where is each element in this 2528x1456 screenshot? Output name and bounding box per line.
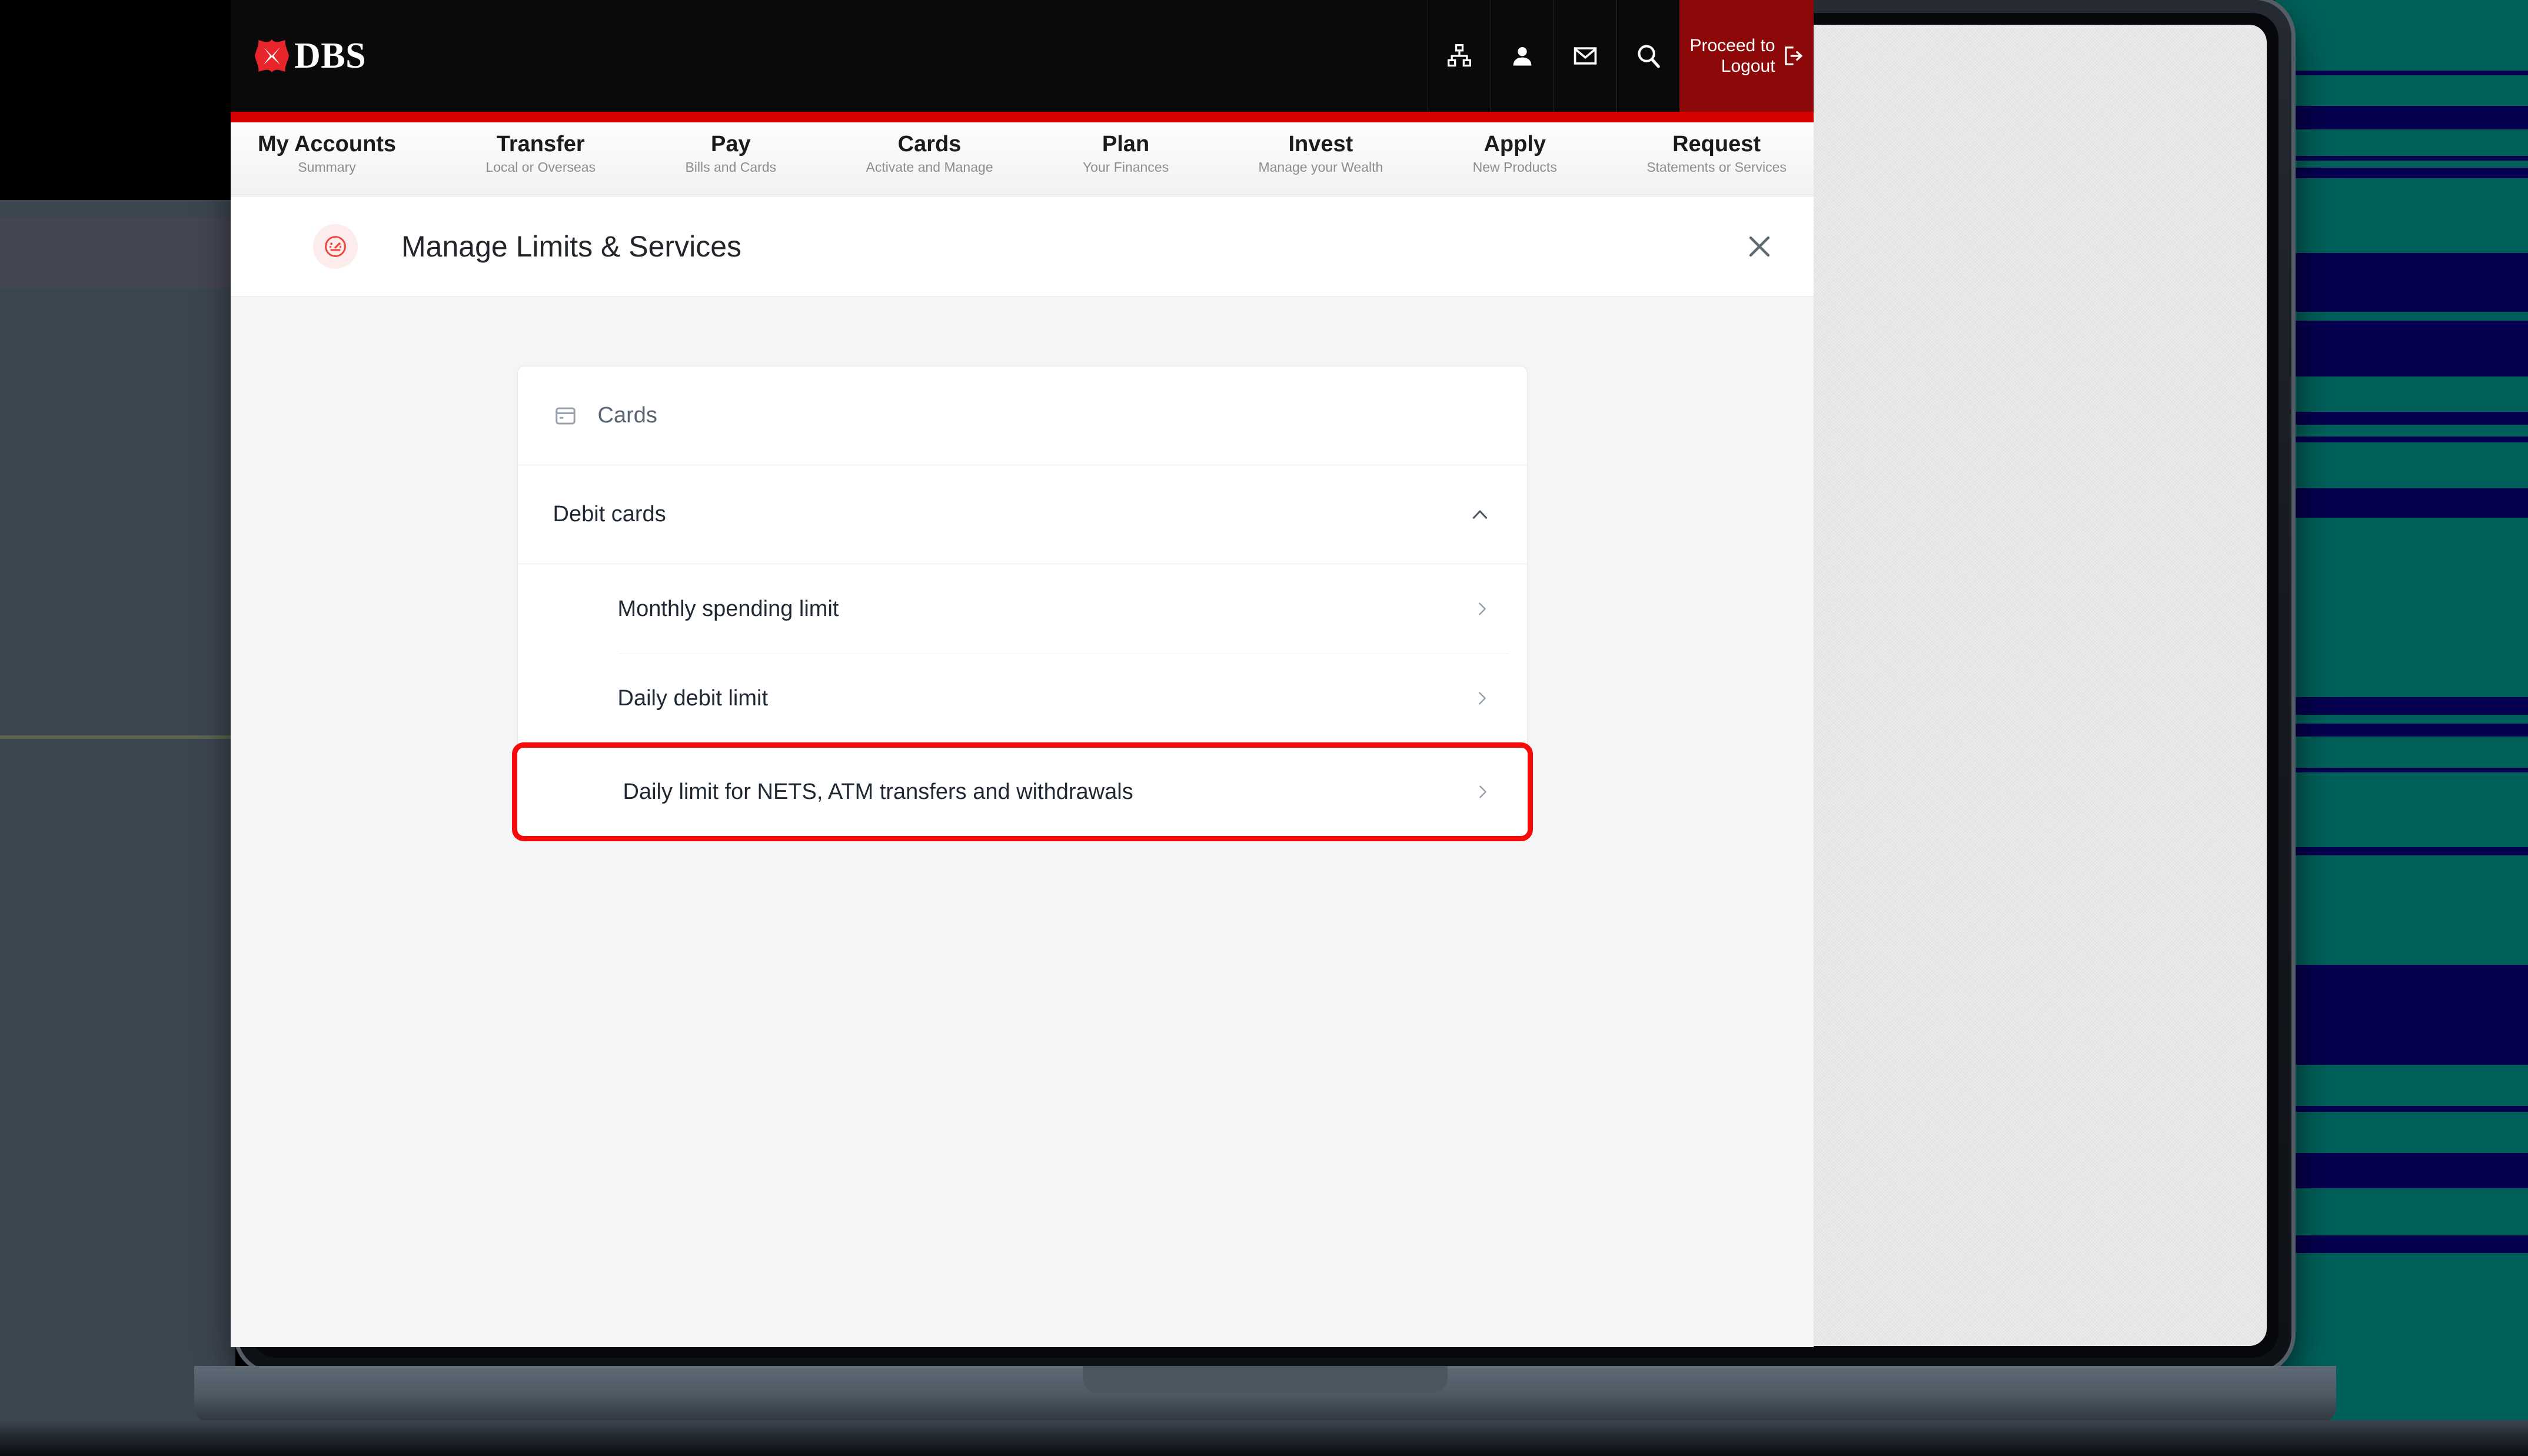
nav-item-subtitle: Your Finances [1083, 159, 1169, 175]
browser-viewport: DBS [231, 0, 1814, 1347]
background-stripe [2275, 156, 2528, 161]
main-navigation: My Accounts Summary Transfer Local or Overs… [231, 122, 1814, 196]
nav-item-subtitle: Manage your Wealth [1258, 159, 1383, 175]
page-content: Cards Debit cards Monthly spending limit… [231, 296, 1814, 1347]
background-band [0, 288, 235, 735]
laptop-base [194, 1366, 2336, 1422]
chevron-right-icon [1472, 599, 1492, 619]
page-titlebar: Manage Limits & Services [231, 196, 1814, 296]
background-stripe [2275, 253, 2528, 312]
nav-item-my-accounts[interactable]: My Accounts Summary [254, 132, 400, 175]
search-icon[interactable] [1616, 0, 1679, 112]
laptop-foot [0, 1420, 2528, 1456]
background-stripe [2275, 488, 2528, 518]
nav-item-subtitle: Activate and Manage [866, 159, 993, 175]
panel-header-cards: Cards [518, 367, 1527, 465]
nav-item-title: Transfer [485, 132, 596, 157]
nav-item-cards[interactable]: Cards Activate and Manage [862, 132, 996, 175]
laptop-base-notch [1083, 1366, 1448, 1393]
logout-label-line2: Logout [1721, 56, 1775, 76]
chevron-right-icon [1472, 782, 1492, 802]
background-band [0, 739, 235, 1421]
nav-item-plan[interactable]: Plan Your Finances [1079, 132, 1172, 175]
background-left-bands [0, 0, 235, 1456]
nav-item-subtitle: Summary [258, 159, 396, 175]
dbs-diamond-logo-icon [254, 39, 290, 73]
sitemap-icon[interactable] [1428, 0, 1491, 112]
background-stripe [2275, 768, 2528, 772]
nav-item-title: Plan [1083, 132, 1169, 157]
nav-item-title: Pay [685, 132, 776, 157]
background-band [0, 200, 235, 218]
background-band [0, 0, 235, 118]
limit-option-label: Monthly spending limit [618, 597, 839, 622]
nav-item-invest[interactable]: Invest Manage your Wealth [1255, 132, 1386, 175]
background-stripe [2275, 697, 2528, 715]
limit-option-label: Daily limit for NETS, ATM transfers and … [623, 779, 1133, 805]
debit-cards-group-toggle[interactable]: Debit cards [518, 465, 1527, 564]
dbs-logo-text: DBS [294, 38, 366, 74]
nav-item-request[interactable]: Request Statements or Services [1643, 132, 1790, 175]
limit-option-row[interactable]: Monthly spending limit [518, 564, 1527, 654]
chevron-right-icon [1472, 688, 1492, 708]
logout-arrow-icon [1781, 45, 1804, 67]
nav-item-title: My Accounts [258, 132, 396, 157]
site-header: DBS [231, 0, 1814, 112]
background-stripe [2275, 437, 2528, 442]
background-stripe [2275, 321, 2528, 377]
nav-item-title: Cards [866, 132, 993, 157]
background-stripe [2275, 847, 2528, 855]
nav-item-subtitle: Local or Overseas [485, 159, 596, 175]
nav-item-title: Apply [1473, 132, 1557, 157]
background-stripe [2275, 412, 2528, 425]
nav-item-pay[interactable]: Pay Bills and Cards [681, 132, 780, 175]
close-x-icon[interactable] [1738, 225, 1781, 268]
chevron-up-icon [1468, 503, 1492, 527]
logout-label-line1: Proceed to [1689, 36, 1775, 55]
nav-item-title: Invest [1258, 132, 1383, 157]
limit-options-list: Monthly spending limit Daily debit limit D… [518, 564, 1527, 841]
header-actions: Proceed to Logout [1428, 0, 1814, 112]
cards-panel: Cards Debit cards Monthly spending limit… [517, 366, 1528, 837]
background-stripe [2275, 168, 2528, 178]
background-band [0, 218, 235, 288]
nav-item-transfer[interactable]: Transfer Local or Overseas [482, 132, 599, 175]
nav-item-subtitle: Statements or Services [1646, 159, 1787, 175]
user-icon[interactable] [1491, 0, 1554, 112]
limit-option-label: Daily debit limit [618, 686, 769, 711]
panel-header-label: Cards [598, 403, 657, 428]
background-stripe [2275, 1106, 2528, 1112]
background-stripe [2275, 1235, 2528, 1253]
background-stripe [2275, 106, 2528, 129]
debit-cards-group-label: Debit cards [553, 502, 666, 527]
speedometer-gauge-icon [313, 224, 358, 269]
limit-option-row[interactable]: Daily debit limit [518, 654, 1527, 743]
proceed-to-logout-button[interactable]: Proceed to Logout [1679, 0, 1814, 112]
background-stripe [2275, 724, 2528, 737]
limit-option-row[interactable]: Daily limit for NETS, ATM transfers and … [512, 742, 1533, 841]
background-stripe [2275, 71, 2528, 75]
nav-item-subtitle: Bills and Cards [685, 159, 776, 175]
nav-item-title: Request [1646, 132, 1787, 157]
background-stripe [2275, 1153, 2528, 1188]
page-title: Manage Limits & Services [401, 229, 1738, 264]
brand-red-divider [231, 112, 1814, 122]
nav-item-apply[interactable]: Apply New Products [1469, 132, 1561, 175]
logout-label: Proceed to Logout [1689, 35, 1775, 77]
background-stripe [2275, 965, 2528, 1065]
nav-item-subtitle: New Products [1473, 159, 1557, 175]
background-band [0, 118, 235, 200]
background-right-stripes [2275, 0, 2528, 1456]
envelope-icon[interactable] [1554, 0, 1616, 112]
dbs-logo[interactable]: DBS [231, 0, 366, 112]
credit-card-icon [553, 404, 578, 428]
